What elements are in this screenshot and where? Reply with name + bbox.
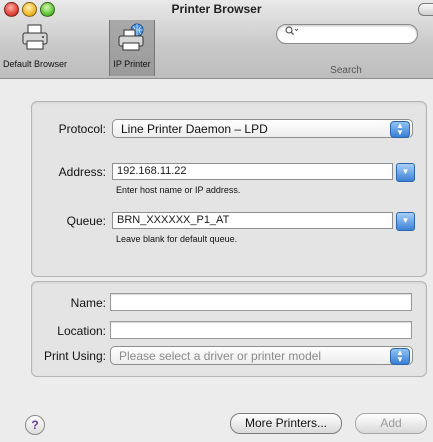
toolbar-toggle-button[interactable] (418, 3, 433, 16)
protocol-value: Line Printer Daemon – LPD (121, 122, 268, 136)
name-label: Name: (70, 296, 106, 310)
printer-icon (22, 24, 48, 50)
address-field[interactable]: 192.168.11.22 (112, 163, 393, 180)
popup-arrows-icon: ▲ ▼ (390, 348, 410, 365)
toolbar-ip-printer[interactable]: IP Printer (109, 20, 155, 76)
window-title: Printer Browser (171, 2, 262, 16)
address-label: Address: (58, 165, 106, 179)
queue-hint: Leave blank for default queue. (116, 234, 238, 244)
toolbar-item-label: Default Browser (2, 59, 68, 69)
more-printers-button[interactable]: More Printers... (230, 413, 342, 434)
print-using-value: Please select a driver or printer model (119, 349, 322, 363)
search-label: Search (330, 65, 362, 76)
toolbar-default-browser[interactable]: Default Browser (2, 20, 68, 76)
queue-field[interactable]: BRN_XXXXXX_P1_AT (112, 212, 393, 229)
popup-arrows-icon: ▲ ▼ (390, 121, 410, 138)
location-field[interactable] (110, 321, 412, 339)
toolbar-item-label: IP Printer (113, 59, 151, 69)
queue-dropdown-button[interactable]: ▼ (396, 212, 415, 231)
queue-label: Queue: (66, 214, 106, 228)
protocol-label: Protocol: (58, 122, 106, 136)
name-field[interactable] (110, 293, 412, 311)
add-button[interactable]: Add (355, 413, 427, 434)
address-hint: Enter host name or IP address. (116, 185, 241, 195)
print-using-label: Print Using: (43, 349, 106, 363)
network-printer-icon (118, 23, 144, 51)
magnifier-icon (285, 26, 299, 39)
location-label: Location: (57, 324, 106, 338)
help-button[interactable]: ? (25, 415, 45, 435)
protocol-popup[interactable]: Line Printer Daemon – LPD ▲ ▼ (112, 119, 413, 138)
address-dropdown-button[interactable]: ▼ (396, 163, 415, 182)
print-using-popup[interactable]: Please select a driver or printer model … (110, 346, 413, 365)
